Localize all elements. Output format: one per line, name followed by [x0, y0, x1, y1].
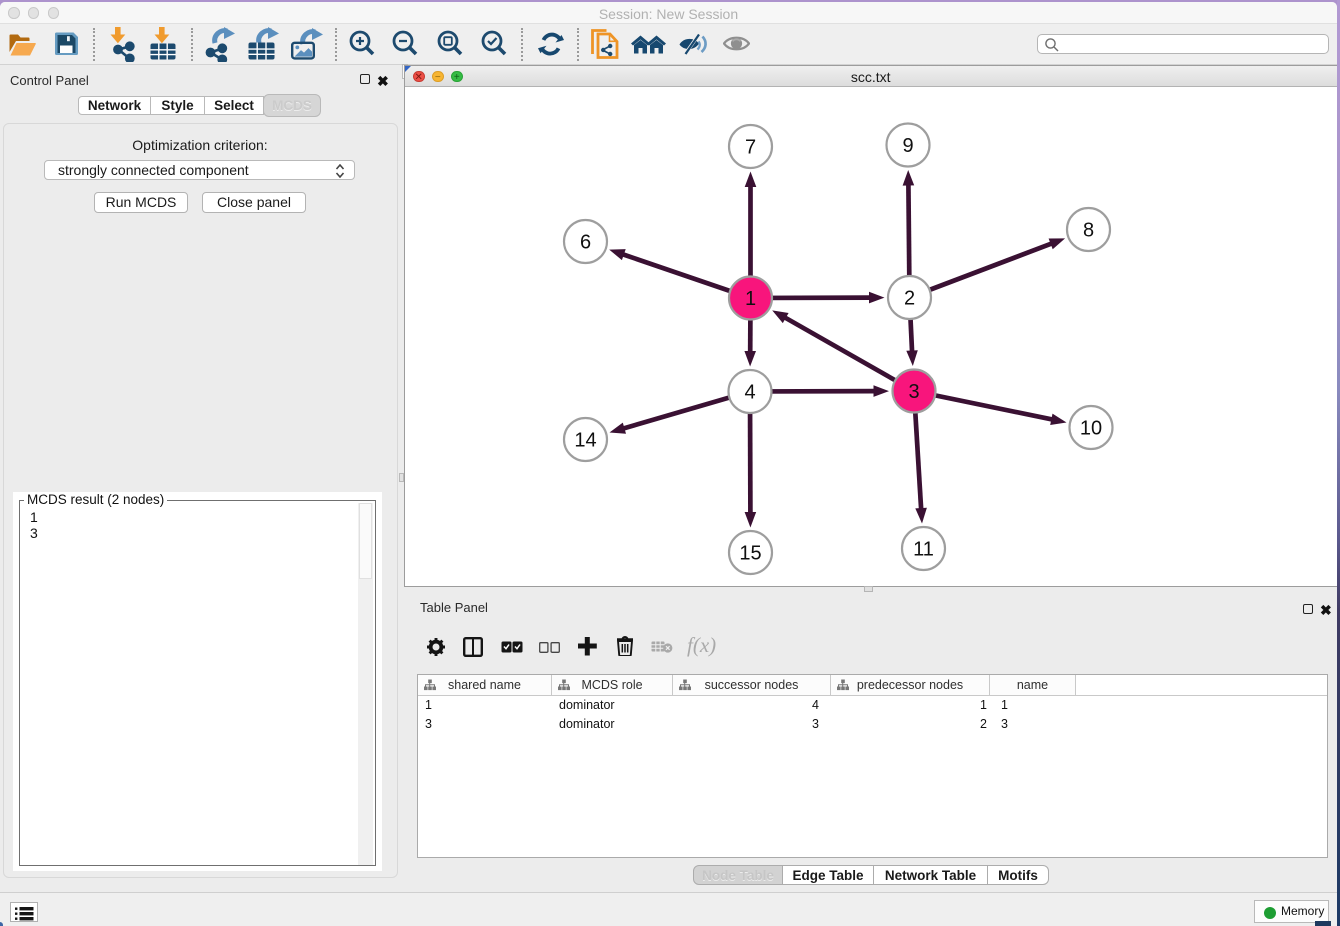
svg-text:3: 3 [908, 381, 919, 403]
svg-text:15: 15 [739, 542, 761, 564]
svg-text:2: 2 [904, 287, 915, 309]
svg-text:4: 4 [744, 381, 755, 403]
svg-text:11: 11 [913, 538, 934, 560]
svg-text:8: 8 [1083, 219, 1094, 241]
svg-text:10: 10 [1080, 417, 1102, 439]
svg-text:7: 7 [745, 136, 756, 158]
svg-text:14: 14 [574, 429, 596, 451]
svg-text:1: 1 [745, 288, 756, 310]
svg-text:6: 6 [580, 231, 591, 253]
svg-text:9: 9 [902, 135, 913, 157]
